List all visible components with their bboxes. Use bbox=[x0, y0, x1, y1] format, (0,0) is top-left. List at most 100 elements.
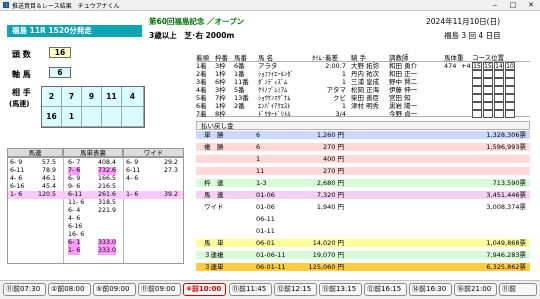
partner-grid: 2 7 9 11 4 16 1 bbox=[41, 86, 145, 128]
race-tab[interactable]: ②前08:00 bbox=[48, 283, 91, 296]
payout-combo: 6 bbox=[256, 131, 261, 139]
partner-cell bbox=[82, 107, 102, 127]
payout-votes: 3,008,374票 bbox=[486, 203, 526, 211]
race-conditions: 3歳以上 芝･右 2000m bbox=[149, 31, 235, 40]
race-banner: 福島 11R 1520分発走 bbox=[7, 25, 142, 37]
odds-cell: 6- 4 bbox=[68, 207, 81, 214]
horse-cell-rank: 7着 bbox=[196, 110, 207, 118]
odds-cell: 216.5 bbox=[97, 183, 116, 190]
race-tab[interactable]: ⑤前09:00 bbox=[93, 283, 136, 296]
odds-cell: 120.5 bbox=[37, 191, 56, 198]
horse-row[interactable]: 7着 8枠 ﾄﾞｸﾀｰﾄﾞﾘﾄﾙ 3/4 今野 貞一 bbox=[196, 110, 530, 119]
race-tab[interactable]: ⑪前 bbox=[499, 283, 537, 296]
race-tab[interactable]: ⑫前16:15 bbox=[364, 283, 407, 296]
position-box bbox=[494, 94, 504, 102]
window-title: 推送買目＆レース結果 チュウアナくん bbox=[12, 3, 120, 10]
odds-cell: 46.1 bbox=[41, 175, 56, 182]
odds-cell: 6- 7 bbox=[68, 159, 81, 166]
count-label: 頭 数 bbox=[12, 50, 31, 59]
payout-amount: 125,060 円 bbox=[308, 263, 344, 271]
position-box bbox=[505, 102, 515, 110]
position-box bbox=[505, 70, 515, 78]
odds-cell: 6- 9 bbox=[10, 159, 23, 166]
race-tab[interactable]: ⑭前16:30 bbox=[409, 283, 452, 296]
position-box bbox=[483, 102, 493, 110]
race-tab[interactable]: ⑥前10:00 bbox=[183, 283, 226, 296]
odds-row: 6- 9 57.5 6- 7 408.4 6- 9 29.2 bbox=[8, 159, 183, 167]
partner-cell bbox=[122, 107, 144, 127]
payout-combo: 06-11 bbox=[256, 215, 275, 223]
odds-cell: 7- 6 bbox=[68, 167, 81, 175]
position-box bbox=[483, 78, 493, 86]
odds-cell: 6-16 bbox=[10, 183, 25, 190]
payout-amount: 270 円 bbox=[323, 143, 344, 151]
odds-cell: 333.0 bbox=[97, 247, 116, 255]
count-value: 16 bbox=[49, 47, 71, 58]
race-tab[interactable]: ⑬前13:15 bbox=[319, 283, 362, 296]
odds-row: 1- 6 333.0 bbox=[8, 247, 183, 255]
position-box: 14 bbox=[494, 62, 504, 70]
odds-cell: 732.6 bbox=[97, 167, 116, 175]
payout-combo: 11 bbox=[256, 167, 265, 175]
odds-cell: 6- 9 bbox=[126, 159, 139, 166]
odds-cell: 57.5 bbox=[41, 159, 56, 166]
payout-type: 枠 連 bbox=[204, 179, 224, 187]
odds-row: 6- 4 221.9 bbox=[8, 207, 183, 215]
payout-type: 馬 連 bbox=[204, 191, 224, 199]
odds-cell: 39.2 bbox=[163, 191, 178, 198]
payout-combo: 1 bbox=[256, 155, 261, 163]
partner-sublabel: (馬連) bbox=[9, 100, 30, 108]
odds-cell: 6-11 bbox=[68, 191, 83, 198]
odds-cell: 1- 6 bbox=[10, 191, 23, 198]
payout-combo: 01-11 bbox=[256, 227, 275, 235]
horse-cell-name: ﾄﾞｸﾀｰﾄﾞﾘﾄﾙ bbox=[258, 110, 291, 118]
position-box bbox=[472, 86, 482, 94]
odds-cell: 6- 9 bbox=[68, 175, 81, 182]
payout-amount: 270 円 bbox=[323, 167, 344, 175]
payout-row: 06-11 bbox=[196, 215, 530, 223]
race-tab[interactable]: ⑪前07:30 bbox=[3, 283, 46, 296]
payout-combo: 1-3 bbox=[256, 179, 267, 187]
title-bar: 推送買目＆レース結果 チュウアナくん ‒ □ ✕ bbox=[0, 0, 540, 11]
odds-row: 4- 6 bbox=[8, 215, 183, 223]
position-box bbox=[483, 110, 493, 118]
odds-cell: 261.6 bbox=[97, 191, 116, 198]
position-box bbox=[494, 78, 504, 86]
race-tab[interactable]: ⑪前09:00 bbox=[138, 283, 181, 296]
odds-cell: 6-11 bbox=[126, 167, 141, 174]
payout-row: 単 勝 6 1,260 円 1,328,306票 bbox=[196, 131, 530, 139]
payout-votes: 713,590票 bbox=[492, 179, 526, 187]
race-tab[interactable]: ⑪前11:45 bbox=[229, 283, 272, 296]
race-tab[interactable]: ⑫前12:15 bbox=[274, 283, 317, 296]
race-meeting: 福島 3 回 4 日目 bbox=[444, 31, 501, 40]
odds-header-umatan: 馬単表裏 bbox=[63, 148, 123, 157]
close-button[interactable]: ✕ bbox=[522, 0, 540, 10]
minimize-button[interactable]: ‒ bbox=[486, 0, 504, 10]
race-tab[interactable]: ⑯前21:00 bbox=[454, 283, 497, 296]
horse-table-header: 着順 枠番 馬番 馬 名 ﾀｲﾑ･着差 騎 手 調教師 馬体重 コース位置 bbox=[196, 52, 530, 62]
axis-value: 6 bbox=[49, 67, 71, 78]
odds-cell: 6-11 bbox=[10, 167, 25, 174]
odds-row: 11- 6 318.5 bbox=[8, 199, 183, 207]
maximize-button[interactable]: □ bbox=[504, 0, 522, 10]
partner-cell bbox=[102, 107, 122, 127]
odds-cell: 318.5 bbox=[97, 199, 116, 206]
payout-combo: 01-06 bbox=[256, 203, 275, 211]
odds-cell: 333.0 bbox=[97, 239, 116, 247]
payout-type: 複 勝 bbox=[204, 143, 224, 151]
odds-header-umaren: 馬連 bbox=[7, 148, 63, 157]
payout-combo: 01-06 bbox=[256, 191, 275, 199]
payout-row: 馬 単 06-01 14,020 円 1,049,868票 bbox=[196, 239, 530, 247]
position-box bbox=[483, 94, 493, 102]
odds-row: 6-16 bbox=[8, 223, 183, 231]
position-box bbox=[483, 86, 493, 94]
odds-cell: 1- 6 bbox=[126, 191, 139, 198]
odds-table: 6- 9 57.5 6- 7 408.4 6- 9 29.2 6-11 78.9 7- 6 732… bbox=[7, 157, 184, 264]
odds-cell: 408.4 bbox=[97, 159, 116, 166]
payout-amount: 7,320 円 bbox=[316, 191, 344, 199]
odds-cell: 221.9 bbox=[97, 207, 116, 214]
partner-cell: 16 bbox=[42, 107, 62, 127]
payout-type: ３連単 bbox=[204, 263, 224, 271]
payout-type: ３連複 bbox=[204, 251, 224, 259]
payout-combo: 6 bbox=[256, 143, 261, 151]
